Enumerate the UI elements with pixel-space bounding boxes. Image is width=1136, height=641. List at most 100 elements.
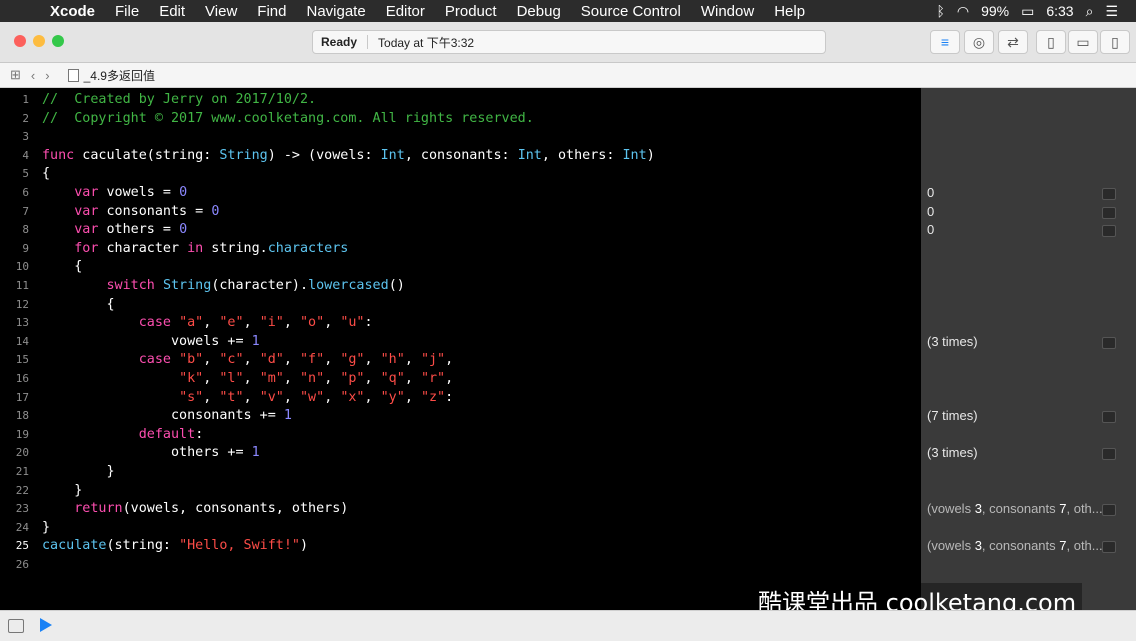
code-line[interactable]: 9 for character in string.characters: [0, 240, 921, 259]
code-text[interactable]: {: [42, 165, 50, 184]
code-text[interactable]: vowels += 1: [42, 333, 260, 352]
menu-debug[interactable]: Debug: [517, 3, 561, 20]
menu-view[interactable]: View: [205, 3, 237, 20]
menu-xcode[interactable]: Xcode: [50, 3, 95, 20]
code-text[interactable]: case "b", "c", "d", "f", "g", "h", "j",: [42, 351, 453, 370]
code-text[interactable]: // Created by Jerry on 2017/10/2.: [42, 91, 316, 110]
code-text[interactable]: for character in string.characters: [42, 240, 348, 259]
notification-center-icon[interactable]: ☰: [1105, 3, 1118, 20]
code-text[interactable]: "s", "t", "v", "w", "x", "y", "z":: [42, 389, 453, 408]
line-number: 8: [22, 223, 29, 237]
code-line[interactable]: 24}: [0, 519, 921, 538]
code-line[interactable]: 13 case "a", "e", "i", "o", "u":: [0, 314, 921, 333]
assistant-editor-icon[interactable]: ◎: [964, 30, 994, 54]
code-line[interactable]: 18 consonants += 1: [0, 407, 921, 426]
code-text[interactable]: }: [42, 482, 82, 501]
code-line[interactable]: 11 switch String(character).lowercased(): [0, 277, 921, 296]
code-text[interactable]: caculate(string: "Hello, Swift!"): [42, 537, 308, 556]
version-editor-icon[interactable]: ⇄: [998, 30, 1028, 54]
code-text[interactable]: {: [42, 258, 82, 277]
code-line[interactable]: 22 }: [0, 482, 921, 501]
back-icon[interactable]: ‹: [31, 68, 35, 83]
code-line[interactable]: 4 func caculate(string: String) -> (vowel…: [0, 147, 921, 166]
wifi-icon[interactable]: ◠: [957, 3, 969, 20]
quick-look-icon[interactable]: [1102, 336, 1116, 349]
toggle-debug-area-icon[interactable]: ▭: [1068, 30, 1098, 54]
code-text[interactable]: others += 1: [42, 444, 260, 463]
menu-edit[interactable]: Edit: [159, 3, 185, 20]
code-line[interactable]: 5{: [0, 165, 921, 184]
quick-look-icon[interactable]: [1102, 411, 1116, 424]
close-window-button[interactable]: [14, 35, 26, 47]
code-line[interactable]: 19 default:: [0, 426, 921, 445]
code-text[interactable]: var consonants = 0: [42, 203, 219, 222]
quick-look-icon[interactable]: [1102, 225, 1116, 238]
code-line[interactable]: 12 {: [0, 296, 921, 315]
code-line[interactable]: 1 // Created by Jerry on 2017/10/2.: [0, 91, 921, 110]
code-line[interactable]: 3: [0, 128, 921, 147]
menu-window[interactable]: Window: [701, 3, 754, 20]
code-text[interactable]: case "a", "e", "i", "o", "u":: [42, 314, 373, 333]
code-text[interactable]: default:: [42, 426, 204, 445]
quick-look-icon[interactable]: [1102, 541, 1116, 554]
code-text[interactable]: }: [42, 463, 114, 482]
code-line[interactable]: 6 var vowels = 0: [0, 184, 921, 203]
code-line[interactable]: 20 others += 1: [0, 444, 921, 463]
jump-bar-file[interactable]: _4.9多返回值: [67, 67, 155, 84]
standard-editor-icon[interactable]: ≡: [930, 30, 960, 54]
code-text[interactable]: consonants += 1: [42, 407, 292, 426]
code-text[interactable]: return(vowels, consonants, others): [42, 500, 348, 519]
menu-find[interactable]: Find: [257, 3, 286, 20]
line-number: 17: [15, 390, 29, 404]
menu-navigate[interactable]: Navigate: [306, 3, 365, 20]
code-line[interactable]: 16 "k", "l", "m", "n", "p", "q", "r",: [0, 370, 921, 389]
line-number: 18: [15, 409, 29, 423]
zoom-window-button[interactable]: [52, 35, 64, 47]
menu-source-control[interactable]: Source Control: [581, 3, 681, 20]
code-line[interactable]: 15 case "b", "c", "d", "f", "g", "h", "j…: [0, 351, 921, 370]
quick-look-icon[interactable]: [1102, 206, 1116, 219]
code-line[interactable]: 17 "s", "t", "v", "w", "x", "y", "z":: [0, 389, 921, 408]
code-line[interactable]: 2 // Copyright © 2017 www.coolketang.com.…: [0, 110, 921, 129]
quick-look-icon[interactable]: [1102, 188, 1116, 200]
code-line[interactable]: 21 }: [0, 463, 921, 482]
code-text[interactable]: var vowels = 0: [42, 184, 187, 203]
code-line[interactable]: 25 caculate(string: "Hello, Swift!"): [0, 537, 921, 556]
run-playground-icon[interactable]: [40, 618, 52, 632]
menu-help[interactable]: Help: [774, 3, 805, 20]
bluetooth-icon[interactable]: ᛒ: [936, 3, 944, 19]
result-value: (vowels 3, consonants 7, oth...: [927, 538, 1103, 554]
menu-product[interactable]: Product: [445, 3, 497, 20]
result-value: (3 times): [927, 333, 978, 349]
code-line[interactable]: 10 {: [0, 258, 921, 277]
menu-file[interactable]: File: [115, 3, 139, 20]
code-text[interactable]: var others = 0: [42, 221, 187, 240]
code-line[interactable]: 8 var others = 0: [0, 221, 921, 240]
show-debug-area-icon[interactable]: [8, 619, 24, 633]
clock[interactable]: 6:33: [1046, 3, 1073, 19]
debug-bar: [0, 610, 1136, 641]
code-line[interactable]: 7 var consonants = 0: [0, 203, 921, 222]
code-text[interactable]: }: [42, 519, 50, 538]
line-number: 9: [22, 241, 29, 255]
quick-look-icon[interactable]: [1102, 504, 1116, 517]
code-text[interactable]: switch String(character).lowercased(): [42, 277, 405, 296]
code-text[interactable]: func caculate(string: String) -> (vowels…: [42, 147, 655, 166]
code-line[interactable]: 23 return(vowels, consonants, others): [0, 500, 921, 519]
minimize-window-button[interactable]: [33, 35, 45, 47]
jump-bar: ⊞ ‹ › _4.9多返回值: [0, 63, 1136, 88]
menu-editor[interactable]: Editor: [386, 3, 425, 20]
spotlight-search-icon[interactable]: ⌕: [1086, 3, 1094, 20]
code-text[interactable]: "k", "l", "m", "n", "p", "q", "r",: [42, 370, 453, 389]
playground-file-icon: [67, 68, 79, 82]
toggle-utilities-icon[interactable]: ▯: [1100, 30, 1130, 54]
code-line[interactable]: 14 vowels += 1: [0, 333, 921, 352]
code-line[interactable]: 26: [0, 556, 921, 575]
battery-icon[interactable]: ▭: [1021, 3, 1034, 20]
code-text[interactable]: // Copyright © 2017 www.coolketang.com. …: [42, 110, 534, 129]
related-items-icon[interactable]: ⊞: [10, 67, 21, 83]
code-text[interactable]: {: [42, 296, 114, 315]
forward-icon[interactable]: ›: [45, 68, 49, 83]
quick-look-icon[interactable]: [1102, 448, 1116, 461]
toggle-navigator-icon[interactable]: ▯: [1036, 30, 1066, 54]
